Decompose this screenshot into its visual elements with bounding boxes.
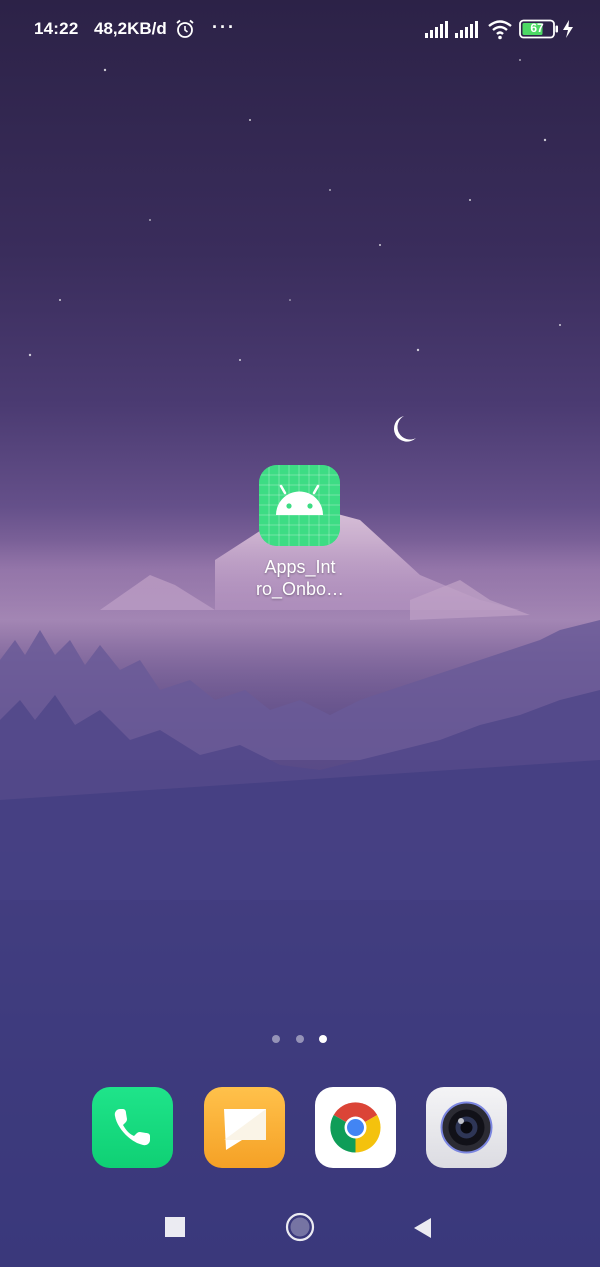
wifi-icon bbox=[488, 20, 512, 40]
recents-icon[interactable] bbox=[165, 1217, 185, 1237]
camera-icon bbox=[440, 1101, 493, 1154]
network-speed: 48,2KB/d bbox=[94, 19, 167, 38]
android-icon bbox=[259, 465, 340, 546]
dock-chrome-app[interactable] bbox=[315, 1087, 396, 1168]
phone-icon bbox=[114, 1109, 150, 1146]
dock-messages-app[interactable] bbox=[204, 1087, 285, 1168]
back-icon[interactable] bbox=[411, 1216, 433, 1240]
dock-phone-app[interactable] bbox=[92, 1087, 173, 1168]
app-shortcut-apps-intro-onboarding[interactable]: Apps_Int ro_Onbo… bbox=[240, 462, 360, 612]
page-indicator bbox=[270, 1035, 330, 1047]
app-label-line2: ro_Onbo… bbox=[255, 579, 345, 599]
status-time: 14:22 bbox=[34, 19, 79, 38]
dock-camera-app[interactable] bbox=[426, 1087, 507, 1168]
page-dot[interactable] bbox=[296, 1035, 304, 1043]
wallpaper bbox=[0, 59, 600, 1267]
app-label: Apps_Int ro_Onbo… bbox=[240, 556, 360, 600]
app-icon[interactable] bbox=[259, 465, 340, 546]
chrome-icon bbox=[330, 1102, 381, 1153]
charging-icon bbox=[563, 20, 573, 38]
home-screen: 14:22 48,2KB/d ··· 67 Apps_Int ro_Onbo… bbox=[0, 0, 600, 1267]
home-icon[interactable] bbox=[285, 1212, 315, 1242]
more-dots-icon: ··· bbox=[212, 17, 236, 37]
page-dot[interactable] bbox=[272, 1035, 280, 1043]
messages-icon bbox=[224, 1109, 266, 1150]
battery-level: 67 bbox=[530, 21, 544, 35]
signal-icon bbox=[455, 21, 478, 38]
status-bar: 14:22 48,2KB/d ··· 67 bbox=[0, 0, 600, 60]
page-dot-active[interactable] bbox=[319, 1035, 327, 1043]
signal-icon bbox=[425, 21, 448, 38]
app-label-line1: Apps_Int bbox=[264, 557, 336, 577]
alarm-icon bbox=[176, 19, 194, 38]
